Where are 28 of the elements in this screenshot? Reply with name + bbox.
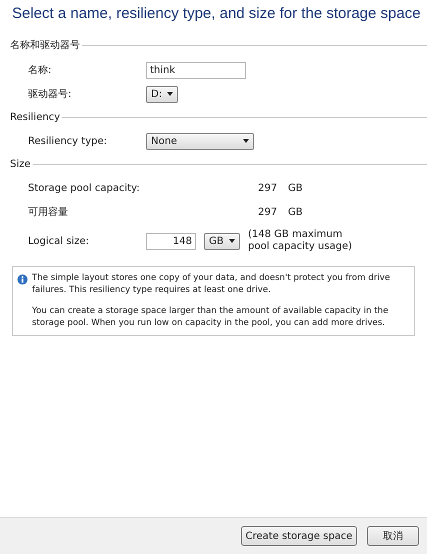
page-title: Select a name, resiliency type, and size for the storage space xyxy=(12,5,422,22)
caret-icon xyxy=(167,92,173,96)
caret-icon xyxy=(229,239,235,243)
field-label: 名称: xyxy=(28,64,52,77)
info-text: You can create a storage space larger than the amount of available capacity in the storage pool. When you run low on capacity in the pool, you can add more drives. xyxy=(32,306,390,330)
capacity-value: 297 xyxy=(258,182,278,194)
info-icon xyxy=(17,274,28,285)
field-label: Resiliency type: xyxy=(28,136,108,146)
field-label: Logical size: xyxy=(28,236,90,246)
size-input-field[interactable]: 148 xyxy=(146,232,196,250)
capacity-value: 297 xyxy=(258,206,278,218)
caret-icon xyxy=(243,139,249,143)
dropdown[interactable]: D: xyxy=(146,86,178,102)
section-heading: Size xyxy=(10,159,31,170)
dropdown[interactable]: None xyxy=(146,132,254,150)
capacity-note: (148 GB maximum pool capacity usage) xyxy=(248,228,354,254)
dialog-button[interactable]: Create storage space xyxy=(241,526,357,546)
capacity-unit: GB xyxy=(288,182,303,194)
unit-dropdown[interactable]: GB xyxy=(204,232,240,250)
field-label: 驱动器号: xyxy=(28,88,72,101)
field-label: 可用容量 xyxy=(28,206,69,219)
section-heading: Resiliency xyxy=(10,112,60,123)
info-text: The simple layout stores one copy of your data, and doesn't protect you from drive failures. This resiliency type requires at least one drive. xyxy=(32,273,391,296)
name-input-field[interactable]: think xyxy=(146,62,246,78)
field-label: Storage pool capacity: xyxy=(28,182,141,194)
capacity-unit: GB xyxy=(288,206,303,218)
section-heading: 名称和驱动器号 xyxy=(10,38,80,52)
dialog-button[interactable]: 取消 xyxy=(367,526,419,546)
